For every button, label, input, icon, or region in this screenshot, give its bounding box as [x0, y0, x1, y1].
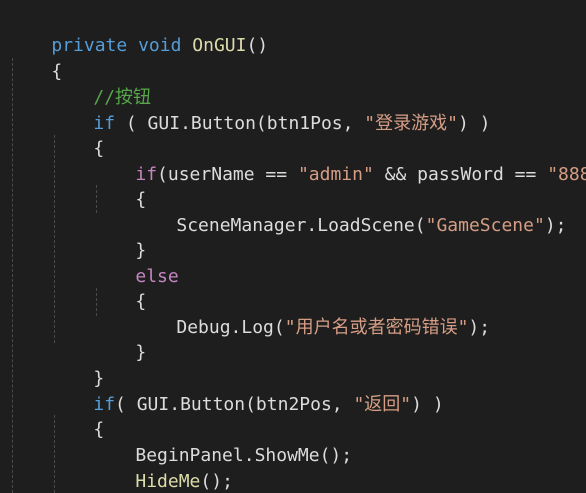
code-line-3: //按钮 [50, 60, 151, 108]
code-line-17: BeginPanel.ShowMe(); [92, 418, 352, 466]
code-text: ) ) [411, 394, 444, 415]
code-line-4: if ( GUI.Button(btn1Pos, "登录游戏") ) [50, 86, 490, 134]
code-text: ( GUI.Button(btn1Pos, [115, 113, 365, 134]
code-line-10: else [92, 239, 178, 287]
indent-guide [12, 58, 13, 493]
code-line-14: } [50, 341, 104, 389]
string-literal: "登录游戏" [364, 113, 458, 134]
method-name-ongui: OnGUI [192, 35, 247, 56]
code-line-13: } [92, 315, 146, 363]
code-line-12: Debug.Log("用户名或者密码错误"); [133, 290, 490, 338]
code-line-7: { [92, 162, 146, 210]
code-line-19: } [50, 469, 104, 493]
string-literal: "GameScene" [425, 215, 545, 236]
code-line-18: HideMe(); [92, 444, 233, 492]
code-text: ); [544, 215, 567, 236]
string-literal: "用户名或者密码错误" [284, 317, 469, 338]
code-text: && passWord == [373, 164, 548, 185]
code-line-1: private void OnGUI() [8, 8, 268, 56]
code-text: Debug.Log( [176, 317, 285, 338]
parens: () [246, 35, 269, 56]
string-literal: "admin" [297, 164, 374, 185]
code-line-15: if( GUI.Button(btn2Pos, "返回") ) [50, 367, 443, 415]
string-literal: "返回" [353, 394, 412, 415]
code-editor[interactable]: private void OnGUI() { //按钮 if ( GUI.But… [0, 0, 586, 493]
code-line-6: if(userName == "admin" && passWord == "8… [92, 137, 586, 185]
code-text: (); [200, 471, 233, 492]
code-text: (userName == [157, 164, 298, 185]
code-line-5: { [50, 111, 104, 159]
code-line-9: } [92, 213, 146, 261]
code-line-16: { [50, 392, 104, 440]
method-call-hideme: HideMe [135, 471, 201, 492]
code-text: ) ) [457, 113, 491, 134]
brace-close: } [135, 342, 147, 363]
code-text: ); [468, 317, 491, 338]
code-text: SceneManager.LoadScene( [176, 215, 426, 236]
keyword-private: private [51, 35, 128, 56]
string-literal: "8888" [547, 164, 586, 185]
code-text: ( GUI.Button(btn2Pos, [115, 394, 354, 415]
keyword-void: void [138, 35, 182, 56]
code-line-2: { [8, 34, 62, 82]
code-line-8: SceneManager.LoadScene("GameScene"); [133, 188, 566, 236]
code-line-11: { [92, 264, 146, 312]
